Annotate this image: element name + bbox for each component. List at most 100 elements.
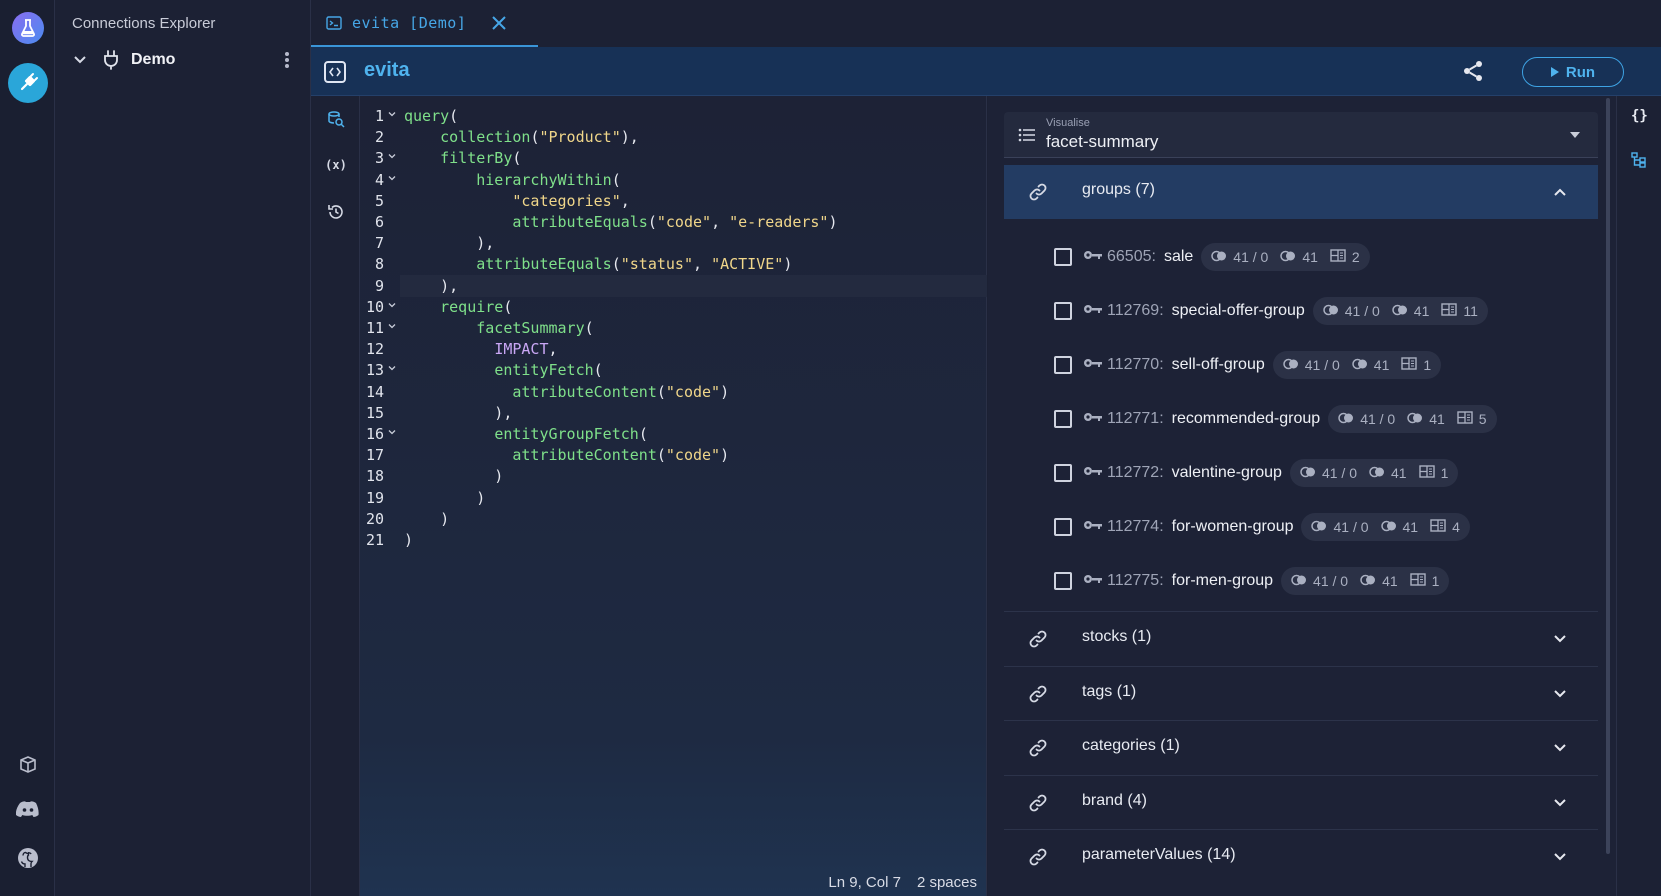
code-line[interactable]: 18 ) [360, 465, 987, 487]
code-line[interactable]: 13 entityFetch( [360, 359, 987, 381]
code-line[interactable]: 17 attributeContent("code") [360, 444, 987, 466]
section-groups[interactable]: groups (7) [1004, 165, 1598, 219]
facet-name: sale [1163, 248, 1194, 265]
fold-chevron-icon[interactable] [388, 301, 396, 309]
code-text: "categories", [404, 192, 629, 210]
chevron-up-icon[interactable] [1554, 187, 1566, 197]
code-token: ( [584, 319, 594, 337]
schema-search-icon[interactable] [325, 108, 347, 130]
code-line[interactable]: 4 hierarchyWithin( [360, 169, 987, 191]
code-line[interactable]: 16 entityGroupFetch( [360, 423, 987, 445]
facet-checkbox[interactable] [1054, 302, 1072, 320]
chevron-down-icon[interactable] [1554, 798, 1566, 808]
facet-matched: 41 [1302, 249, 1318, 265]
share-icon[interactable] [1461, 59, 1485, 83]
code-line[interactable]: 14 attributeContent("code") [360, 381, 987, 403]
variables-icon[interactable]: (x) [325, 154, 347, 176]
section-parametervalues[interactable]: parameterValues (14) [1004, 829, 1598, 883]
code-line[interactable]: 1 query( [360, 105, 987, 127]
code-line[interactable]: 6 attributeEquals("code", "e-readers") [360, 211, 987, 233]
code-token: "code" [656, 213, 712, 231]
facet-name: for-women-group [1171, 518, 1294, 535]
fold-chevron-icon[interactable] [388, 428, 396, 436]
indentation-setting[interactable]: 2 spaces [917, 874, 977, 891]
discord-icon[interactable] [16, 797, 40, 821]
plug-icon[interactable] [8, 63, 48, 103]
link-icon [1029, 739, 1047, 757]
json-icon[interactable]: {} [1631, 108, 1648, 124]
line-number: 20 [365, 509, 384, 528]
facet-requested: 41 / 0 [1333, 519, 1369, 535]
github-icon[interactable] [16, 846, 40, 870]
code-token: ) [404, 531, 414, 549]
link-icon [1029, 685, 1047, 702]
fold-chevron-icon[interactable] [388, 152, 396, 160]
close-icon[interactable] [490, 14, 508, 32]
code-line[interactable]: 15 ), [360, 402, 987, 424]
impact-icon [1338, 411, 1354, 427]
facet-checkbox[interactable] [1054, 518, 1072, 536]
code-line[interactable]: 10 require( [360, 296, 987, 318]
facet-checkbox[interactable] [1054, 572, 1072, 590]
explorer-title: Connections Explorer [72, 15, 216, 32]
run-label: Run [1565, 63, 1596, 81]
facet-checkbox[interactable] [1054, 248, 1072, 266]
fold-chevron-icon[interactable] [388, 110, 396, 118]
terminal-icon [326, 15, 342, 30]
code-line[interactable]: 3 filterBy( [360, 147, 987, 169]
code-token: attributeContent [512, 382, 657, 401]
run-button[interactable]: Run [1522, 57, 1624, 87]
results-scrollbar[interactable] [1606, 98, 1610, 854]
book-icon[interactable] [16, 752, 40, 776]
section-stocks[interactable]: stocks (1) [1004, 611, 1598, 665]
cursor-position[interactable]: Ln 9, Col 7 [828, 874, 901, 891]
fold-chevron-icon[interactable] [388, 364, 396, 372]
facet-checkbox[interactable] [1054, 464, 1072, 482]
chevron-down-icon[interactable] [1554, 689, 1566, 699]
code-line[interactable]: 21) [360, 529, 987, 551]
lab-icon[interactable] [12, 12, 44, 44]
query-editor[interactable]: 1 query(2 collection("Product"), 3 filterB… [360, 96, 987, 896]
more-options-icon[interactable] [283, 50, 291, 70]
code-token: ( [638, 425, 648, 443]
code-token: ( [512, 149, 522, 168]
line-number: 18 [365, 467, 384, 486]
chevron-down-icon[interactable] [1554, 634, 1566, 644]
facet-checkbox[interactable] [1054, 410, 1072, 428]
tab-evita-demo[interactable]: evita [Demo] [311, 0, 538, 47]
section-categories[interactable]: categories (1) [1004, 720, 1598, 774]
code-token: ) [720, 382, 730, 401]
history-icon[interactable] [325, 201, 347, 223]
chevron-down-icon[interactable] [1554, 852, 1566, 862]
code-line[interactable]: 5 "categories", [360, 190, 987, 212]
fold-chevron-icon[interactable] [388, 174, 396, 182]
code-line[interactable]: 8 attributeEquals("status", "ACTIVE") [360, 253, 987, 275]
line-number: 8 [374, 255, 384, 274]
code-line[interactable]: 2 collection("Product"), [360, 126, 987, 148]
facet-row: 112769: special-offer-group 41 / 0 41 11 [1054, 296, 1488, 326]
code-token: attributeEquals [512, 213, 648, 231]
code-line[interactable]: 20 ) [360, 508, 987, 530]
visualise-select[interactable]: Visualise facet-summary [1004, 112, 1598, 158]
chevron-down-icon[interactable] [1554, 743, 1566, 753]
match-icon [1280, 249, 1296, 265]
code-line[interactable]: 11 facetSummary( [360, 317, 987, 339]
section-brand[interactable]: brand (4) [1004, 774, 1598, 829]
code-token: ) [404, 509, 450, 528]
link-icon [1029, 794, 1047, 811]
code-line[interactable]: 19 ) [360, 487, 987, 509]
match-icon [1369, 465, 1385, 481]
connection-item-demo[interactable]: Demo [71, 46, 303, 74]
code-line[interactable]: 12 IMPACT, [360, 338, 987, 360]
tree-icon[interactable] [1631, 152, 1647, 172]
facet-checkbox[interactable] [1054, 356, 1072, 374]
chevron-down-icon[interactable] [73, 55, 87, 65]
section-tags[interactable]: tags (1) [1004, 665, 1598, 720]
code-line[interactable]: 9 ), [375, 274, 987, 297]
code-line[interactable]: 7 ), [360, 232, 987, 254]
fold-chevron-icon[interactable] [388, 322, 396, 330]
page-title: evita [364, 59, 410, 81]
